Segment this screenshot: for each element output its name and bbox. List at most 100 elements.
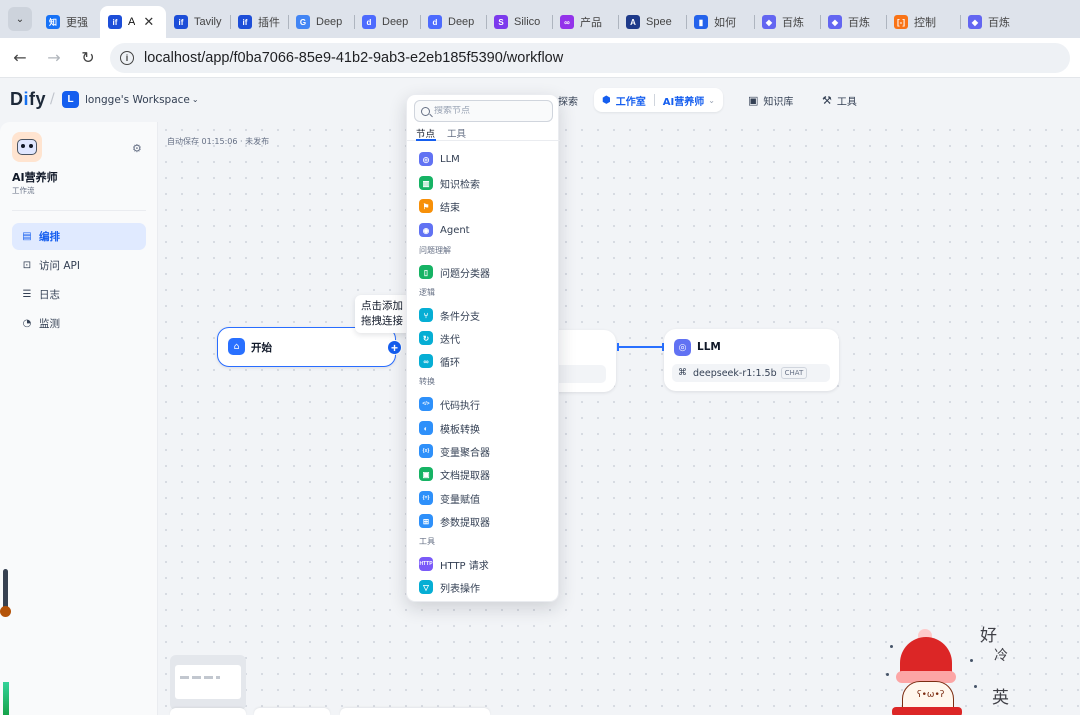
tab-search-button[interactable]: ⌄ [8, 7, 32, 31]
node-type-icon: ◎ [419, 152, 433, 166]
dify-logo[interactable]: Dify [10, 89, 46, 110]
minimap[interactable] [170, 655, 246, 710]
browser-tab[interactable]: [-] 控制 [886, 6, 960, 38]
picker-item[interactable]: ▽ 列表操作 [419, 578, 554, 596]
node-type-icon: ▣ [419, 467, 433, 481]
picker-item[interactable]: ▥ 知识检索 [419, 174, 554, 192]
tab-favicon-icon: G [296, 15, 310, 29]
bottom-panel-2[interactable] [254, 708, 330, 715]
workspace-switcher[interactable]: L longge's Workspace ⌄ [62, 91, 199, 108]
picker-item[interactable]: HTTP HTTP 请求 [419, 555, 554, 573]
tab-favicon-icon: if [174, 15, 188, 29]
tab-title: 百炼 [988, 17, 1010, 29]
browser-tab[interactable]: if 插件 [230, 6, 288, 38]
picker-item[interactable]: ↻ 迭代 [419, 329, 554, 347]
picker-item[interactable]: ◉ Agent [419, 221, 554, 239]
browser-tab[interactable]: ▮ 如何 [686, 6, 754, 38]
browser-tab[interactable]: ◆ 百炼 [960, 6, 1032, 38]
current-app-selector[interactable]: AI营养师 [663, 93, 704, 108]
tab-title: 产品 [580, 17, 602, 29]
picker-item[interactable]: ▯ 问题分类器 [419, 263, 554, 281]
node-search[interactable] [414, 100, 553, 122]
tab-title: 如何 [714, 17, 736, 29]
picker-item[interactable]: ▣ 文档提取器 [419, 465, 554, 483]
tab-title: 百炼 [848, 17, 870, 29]
browser-tab[interactable]: if Tavily [166, 6, 230, 38]
browser-tab[interactable]: d Deep [420, 6, 486, 38]
tab-favicon-icon: [-] [894, 15, 908, 29]
browser-tab[interactable]: A Spee [618, 6, 686, 38]
address-bar[interactable]: i localhost/app/f0ba7066-85e9-41b2-9ab3-… [110, 42, 1070, 73]
tab-favicon-icon: 知 [46, 15, 60, 29]
node-type-icon: ▽ [419, 580, 433, 594]
nav-explore[interactable]: 探索 [558, 93, 578, 108]
picker-item[interactable]: ◎ LLM [419, 150, 554, 168]
reload-button[interactable]: ↻ [74, 44, 102, 72]
picker-group-label: 问题理解 [419, 246, 451, 255]
picker-item[interactable]: {x} 变量聚合器 [419, 442, 554, 460]
browser-tab[interactable]: 知更强 [38, 6, 100, 38]
sidebar-item-0[interactable]: ▤ 编排 [12, 223, 146, 250]
browser-tab-strip: ⌄ 知更强 if A ✕ if Tavily if 插件 G Deep d Deep d Deep S Sil… [0, 0, 1080, 38]
tab-favicon-icon: S [494, 15, 508, 29]
picker-item-label: 文档提取器 [440, 470, 490, 482]
node-type-icon: ↻ [419, 331, 433, 345]
overlay-slider-knob[interactable] [0, 606, 11, 617]
picker-item-label: 条件分支 [440, 311, 480, 323]
workflow-edge[interactable] [617, 346, 664, 348]
add-node-handle[interactable]: + [387, 340, 402, 355]
tab-nodes[interactable]: 节点 [416, 126, 435, 140]
sidebar-item-1[interactable]: ⊡ 访问 API [12, 252, 146, 279]
tab-tools[interactable]: 工具 [447, 126, 466, 140]
forward-button[interactable]: → [40, 44, 68, 72]
snow-dot [886, 673, 889, 676]
tab-title: 百炼 [782, 17, 804, 29]
node-type-icon: ▥ [419, 176, 433, 190]
node-type-icon: ⚑ [419, 199, 433, 213]
nav-tools[interactable]: ⚒ 工具 [822, 93, 857, 108]
bottom-panel-3[interactable] [340, 708, 490, 715]
nav-studio[interactable]: ⬢ 工作室 AI营养师 ⌄ [594, 88, 723, 112]
snow-dot [974, 685, 977, 688]
settings-icon[interactable]: ⚙ [132, 142, 142, 155]
browser-tab[interactable]: ∞ 产品 [552, 6, 618, 38]
tab-title: 插件 [258, 17, 280, 29]
back-button[interactable]: ← [6, 44, 34, 72]
close-tab-icon[interactable]: ✕ [143, 15, 154, 30]
browser-tab[interactable]: if A ✕ [100, 6, 166, 38]
picker-item[interactable]: ∞ 循环 [419, 352, 554, 370]
autosave-status: 自动保存 01:15:06 · 未发布 [167, 137, 270, 146]
nav-knowledge[interactable]: ▣ 知识库 [748, 93, 793, 108]
browser-tab[interactable]: G Deep [288, 6, 354, 38]
browser-tab[interactable]: S Silico [486, 6, 552, 38]
picker-item[interactable]: ⑂ 条件分支 [419, 306, 554, 324]
browser-toolbar: ← → ↻ i localhost/app/f0ba7066-85e9-41b2… [0, 38, 1080, 78]
book-icon: ▣ [748, 94, 759, 107]
picker-item[interactable]: {=} 变量赋值 [419, 489, 554, 507]
search-icon [421, 106, 430, 116]
sidebar-item-3[interactable]: ◔ 监测 [12, 310, 146, 337]
browser-tab[interactable]: ◆ 百炼 [754, 6, 820, 38]
browser-tab[interactable]: ◆ 百炼 [820, 6, 886, 38]
node-search-input[interactable] [434, 106, 544, 116]
site-info-icon[interactable]: i [120, 50, 134, 65]
tab-title: Tavily [194, 16, 222, 28]
picker-item-label: 结束 [440, 202, 460, 214]
picker-item[interactable]: ⊞ 参数提取器 [419, 512, 554, 530]
llm-node[interactable]: ◎ LLM ⌘ deepseek-r1:1.5b CHAT [664, 329, 839, 391]
sticker-text-mid: 冷 [994, 648, 1008, 664]
picker-item-label: 代码执行 [440, 400, 480, 412]
picker-item[interactable]: ⚑ 结束 [419, 197, 554, 215]
picker-item[interactable]: </> 代码执行 [419, 395, 554, 413]
url-text[interactable]: localhost/app/f0ba7066-85e9-41b2-9ab3-e2… [144, 50, 563, 66]
node-type-icon: ⑂ [419, 308, 433, 322]
bottom-panel-1[interactable] [170, 708, 246, 715]
llm-icon: ◎ [674, 339, 691, 356]
model-chip[interactable]: ⌘ deepseek-r1:1.5b CHAT [672, 364, 830, 382]
nav-studio-label: 工作室 [615, 96, 646, 108]
browser-tab[interactable]: d Deep [354, 6, 420, 38]
picker-item[interactable]: ◐ 模板转换 [419, 419, 554, 437]
start-node[interactable]: ⌂ 开始 [217, 327, 396, 367]
header-slash: / [50, 91, 55, 107]
sidebar-item-2[interactable]: ☰ 日志 [12, 281, 146, 308]
